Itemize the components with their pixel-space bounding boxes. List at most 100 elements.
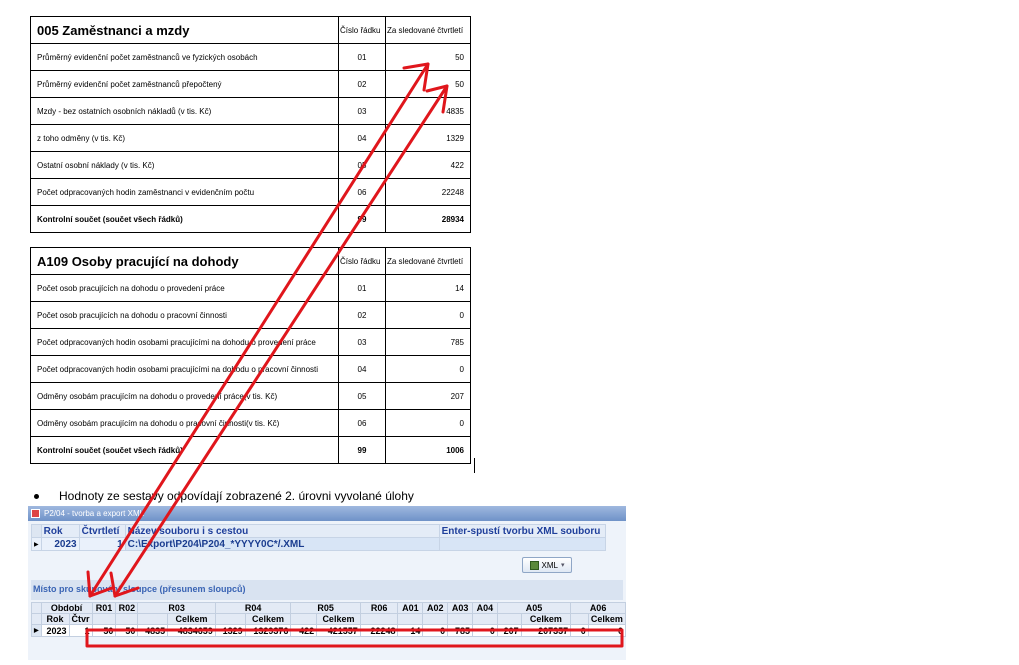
row-label: Počet odpracovaných hodin osobami pracuj… — [30, 355, 339, 383]
cell-file-path[interactable]: C:\Export\P204\P204_*YYYY0C*/.XML — [124, 537, 440, 551]
cell-rok[interactable]: 2023 — [40, 537, 80, 551]
column-header-a06[interactable]: A06 — [570, 602, 626, 614]
table-row: Mzdy - bez ostatních osobních nákladů (v… — [30, 97, 471, 125]
table-row: Odměny osobám pracujícím na dohodu o pro… — [30, 382, 471, 410]
table-row: Počet osob pracujících na dohodu o praco… — [30, 301, 471, 329]
cell-a06-celkem[interactable]: 0 — [587, 624, 626, 637]
subheader-empty — [397, 613, 424, 625]
column-header-r05[interactable]: R05 — [290, 602, 361, 614]
column-header-value: Za sledované čtvrtletí — [385, 247, 471, 275]
cell-a06[interactable]: 0 — [570, 624, 589, 637]
cell-a05[interactable]: 207 — [496, 624, 522, 637]
column-header-a03[interactable]: A03 — [447, 602, 474, 614]
row-label: Ostatní osobní náklady (v tis. Kč) — [30, 151, 339, 179]
row-value: 50 — [385, 70, 471, 98]
column-header-ctvrtleti[interactable]: Čtvrtletí — [78, 524, 126, 538]
column-header-a05[interactable]: A05 — [496, 602, 572, 614]
subheader-empty — [359, 613, 399, 625]
cell-r03[interactable]: 4835 — [137, 624, 169, 637]
row-code: 04 — [338, 124, 386, 152]
dropdown-arrow-icon: ▾ — [560, 562, 565, 569]
row-code: 01 — [338, 43, 386, 71]
subheader-empty — [115, 613, 139, 625]
cell-a04[interactable]: 0 — [472, 624, 498, 637]
cell-ctvr[interactable]: 1 — [68, 624, 93, 637]
cell-r02[interactable]: 50 — [115, 624, 139, 637]
column-header-r06[interactable]: R06 — [359, 602, 399, 614]
cell-a05-celkem[interactable]: 207357 — [520, 624, 572, 637]
cell-r04-celkem[interactable]: 1329376 — [244, 624, 292, 637]
row-pointer-icon: ▶ — [31, 537, 42, 551]
column-header-code: Číslo řádku — [338, 16, 386, 44]
cell-ctvrtleti[interactable]: 1 — [78, 537, 126, 551]
row-label: Počet osob pracujících na dohodu o prove… — [30, 274, 339, 302]
table-row[interactable]: ▶ 2023 1 C:\Export\P204\P204_*YYYY0C*/.X… — [31, 537, 606, 551]
row-code: 06 — [338, 409, 386, 437]
row-value: 22248 — [385, 178, 471, 206]
column-header-nazev[interactable]: Název souboru i s cestou — [124, 524, 440, 538]
cell-r05-celkem[interactable]: 421557 — [316, 624, 361, 637]
subheader-a05-celkem[interactable]: Celkem — [520, 613, 572, 625]
total-label: Kontrolní součet (součet všech řádků) — [30, 436, 339, 464]
table-row: Počet odpracovaných hodin osobami pracuj… — [30, 355, 471, 383]
row-code: 05 — [338, 151, 386, 179]
row-code: 03 — [338, 328, 386, 356]
column-header-r02[interactable]: R02 — [115, 602, 139, 614]
column-header-rok[interactable]: Rok — [40, 524, 80, 538]
app-icon — [31, 509, 40, 518]
text-cursor — [474, 458, 475, 473]
app-window: P2/04 - tvorba a export XML Rok Čtvrtlet… — [28, 506, 626, 660]
row-code: 05 — [338, 382, 386, 410]
bullet-dot-icon — [34, 493, 39, 499]
row-value: 207 — [385, 382, 471, 410]
cell-r05[interactable]: 422 — [290, 624, 318, 637]
column-header-a01[interactable]: A01 — [397, 602, 424, 614]
header-indicator — [31, 602, 42, 614]
cell-a02[interactable]: 0 — [422, 624, 449, 637]
total-code: 99 — [338, 205, 386, 233]
row-value: 50 — [385, 43, 471, 71]
row-label: Odměny osobám pracujícím na dohodu o pra… — [30, 409, 339, 437]
subheader-r03-celkem[interactable]: Celkem — [167, 613, 216, 625]
xml-export-button[interactable]: XML ▾ — [522, 557, 572, 573]
column-header-r01[interactable]: R01 — [91, 602, 117, 614]
subheader-rok[interactable]: Rok — [40, 613, 70, 625]
cell-rok[interactable]: 2023 — [40, 624, 70, 637]
row-value: 1329 — [385, 124, 471, 152]
row-label: Průměrný evidenční počet zaměstnanců pře… — [30, 70, 339, 98]
table-row: Ostatní osobní náklady (v tis. Kč) 05 42… — [30, 151, 471, 179]
total-value: 1006 — [385, 436, 471, 464]
table-row[interactable]: ▶ 2023 1 50 50 4835 4834659 1329 1329376… — [31, 624, 626, 637]
column-header-r03[interactable]: R03 — [137, 602, 216, 614]
subheader-r04-celkem[interactable]: Celkem — [244, 613, 292, 625]
group-by-area[interactable]: Místo pro skupování sloupce (přesunem sl… — [31, 580, 623, 600]
subheader-r05-celkem[interactable]: Celkem — [316, 613, 361, 625]
cell-r03-celkem[interactable]: 4834659 — [167, 624, 216, 637]
subheader-empty — [472, 613, 498, 625]
cell-r06[interactable]: 22248 — [359, 624, 399, 637]
row-code: 02 — [338, 301, 386, 329]
cell-enter[interactable] — [438, 537, 606, 551]
row-code: 02 — [338, 70, 386, 98]
cell-a03[interactable]: 785 — [447, 624, 474, 637]
column-header-enter[interactable]: Enter-spustí tvorbu XML souboru — [438, 524, 606, 538]
column-header-a02[interactable]: A02 — [422, 602, 449, 614]
row-value: 0 — [385, 355, 471, 383]
row-label: Odměny osobám pracujícím na dohodu o pro… — [30, 382, 339, 410]
column-header-r04[interactable]: R04 — [214, 602, 292, 614]
row-label: Počet odpracovaných hodin osobami pracuj… — [30, 328, 339, 356]
column-header-a04[interactable]: A04 — [472, 602, 498, 614]
cell-a01[interactable]: 14 — [397, 624, 424, 637]
table-row: Počet odpracovaných hodin osobami pracuj… — [30, 328, 471, 356]
total-row: Kontrolní součet (součet všech řádků) 99… — [30, 205, 471, 233]
table-title: 005 Zaměstnanci a mzdy — [30, 16, 339, 44]
cell-r01[interactable]: 50 — [91, 624, 117, 637]
report-table-dohody: A109 Osoby pracující na dohody Číslo řád… — [30, 247, 471, 464]
column-header-obdobi[interactable]: Období — [40, 602, 93, 614]
table-row: z toho odměny (v tis. Kč) 04 1329 — [30, 124, 471, 152]
window-titlebar[interactable]: P2/04 - tvorba a export XML — [28, 506, 626, 521]
subheader-ctvr[interactable]: Čtvr — [68, 613, 93, 625]
cell-r04[interactable]: 1329 — [214, 624, 246, 637]
subheader-a06-celkem[interactable]: Celkem — [587, 613, 626, 625]
row-code: 03 — [338, 97, 386, 125]
